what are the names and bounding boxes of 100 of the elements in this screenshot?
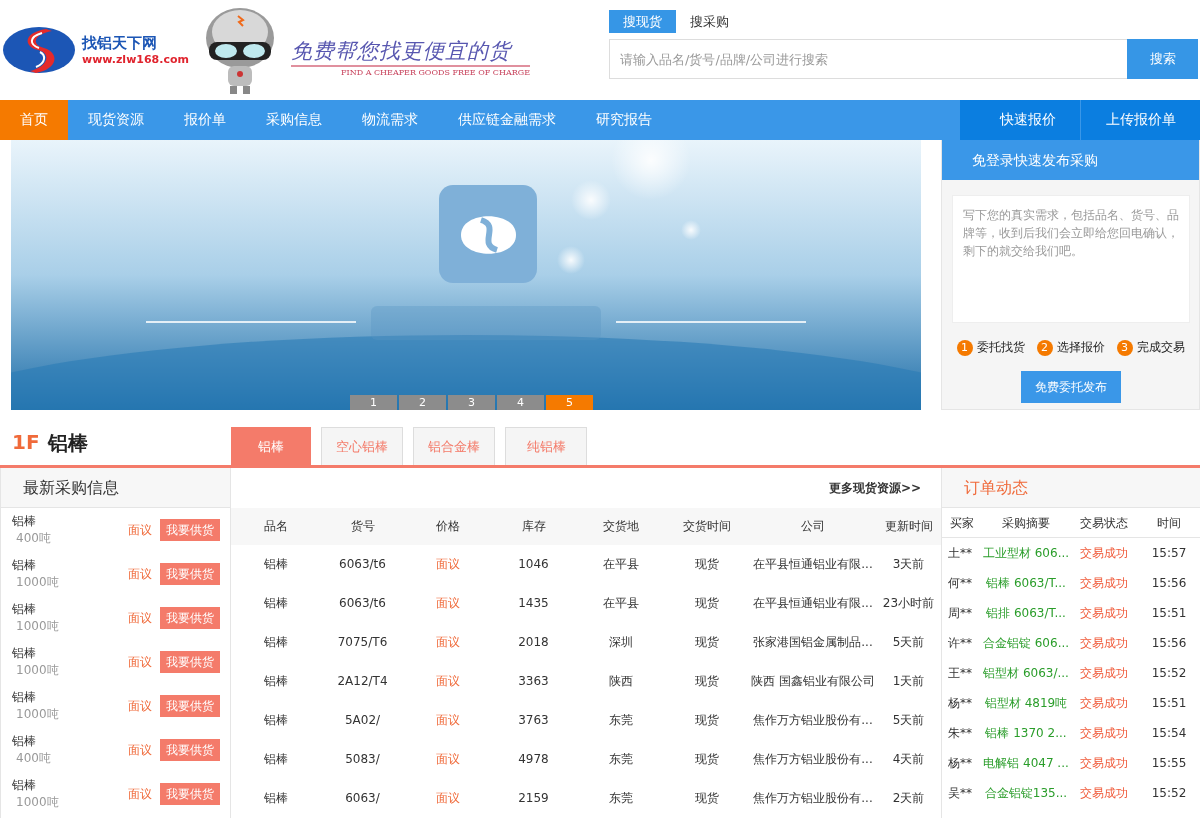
table-cell-text: 现货 [694,712,720,729]
nav-item[interactable]: 研究报告 [576,100,672,140]
table-cell-text: 5天前 [891,634,926,651]
table-cell-text: 东莞 [607,790,634,807]
quantity: 400吨 [15,530,52,547]
supply-button[interactable]: 我要供货 [160,651,220,673]
order-summary: 铝棒 1370 2... [984,725,1068,742]
order-status: 交易成功 [1079,635,1129,652]
table-cell-text: 现货 [694,634,720,651]
buyer-name: 杨** [947,755,973,772]
nav-item[interactable]: 供应链金融需求 [438,100,576,140]
table-cell-text: 现货 [694,751,720,768]
category-tab[interactable]: 铝合金棒 [413,427,495,465]
table-cell-text: 铝棒 [262,712,289,729]
more-link[interactable]: 更多现货资源>> [828,479,921,497]
table-cell-text: 陕西 国鑫铝业有限公司 [750,673,876,690]
nav-item[interactable]: 采购信息 [246,100,342,140]
nav-item[interactable]: 报价单 [164,100,246,140]
slide-page-button[interactable]: 4 [497,395,544,410]
category-tab[interactable]: 铝棒 [231,427,311,465]
table-cell-text: 5083/ [344,751,381,768]
slogan-text: 免费帮您找更便宜的货 [291,37,511,65]
column-header: 交易状态 [1070,508,1138,538]
supply-button[interactable]: 我要供货 [160,563,220,585]
price: 面议 [128,697,152,715]
product-name: 铝棒 [12,733,37,750]
order-time: 15:55 [1150,755,1188,772]
table-cell-text: 在平县 [601,556,640,573]
table-cell-text: 铝棒 [262,634,289,651]
order-summary: 铝棒 6063/T... [985,575,1067,592]
nav-item[interactable]: 现货资源 [68,100,164,140]
supply-button[interactable]: 我要供货 [160,695,220,717]
step-number: 2 [1036,339,1053,356]
nav-item[interactable]: 首页 [0,100,68,140]
search-button[interactable]: 搜索 [1127,39,1198,79]
order-time: 15:52 [1150,785,1188,802]
table-cell-text: 23小时前 [881,595,936,612]
table-cell-text: 3763 [517,712,550,729]
step-label: 选择报价 [1056,339,1105,356]
table-cell-text: 面议 [434,790,461,807]
quantity: 1000吨 [15,618,60,635]
table-cell-text: 铝棒 [262,751,289,768]
table-cell-text: 1046 [517,556,550,573]
table-cell-text: 现货 [694,673,720,690]
buyer-name: 杨** [947,695,973,712]
floor-title: 铝棒 [47,430,88,457]
table-cell-text: 东莞 [607,751,634,768]
table-cell-text: 现货 [694,556,720,573]
table-cell-text: 2159 [517,790,550,807]
order-time: 15:56 [1150,635,1188,652]
search-field[interactable]: 请输入品名/货号/品牌/公司进行搜索 [609,39,1127,79]
supply-button[interactable]: 我要供货 [160,739,220,761]
table-cell-text: 面议 [434,634,461,651]
quantity: 400吨 [15,750,52,767]
order-status: 交易成功 [1079,785,1129,802]
search-tab[interactable]: 搜采购 [676,10,743,33]
category-tab[interactable]: 空心铝棒 [321,427,403,465]
product-name: 铝棒 [12,513,37,530]
price: 面议 [128,609,152,627]
order-status: 交易成功 [1079,665,1129,682]
order-status: 交易成功 [1079,695,1129,712]
table-cell-text: 2天前 [891,790,926,807]
buyer-name: 许** [947,635,973,652]
quantity: 1000吨 [15,794,60,811]
buyer-name: 周** [947,605,973,622]
publish-button[interactable]: 免费委托发布 [1020,371,1121,403]
table-cell-text: 面议 [434,673,461,690]
order-summary: 铝型材 6063/... [982,665,1070,682]
order-time: 15:56 [1150,575,1188,592]
product-name: 铝棒 [12,777,37,794]
column-header: 交货地 [577,508,664,545]
table-cell-text: 面议 [434,595,461,612]
search-tab[interactable]: 搜现货 [609,10,676,33]
table-cell-text: 面议 [434,712,461,729]
order-time: 15:52 [1150,665,1188,682]
slide-page-button[interactable]: 3 [448,395,495,410]
slide-page-button[interactable]: 1 [350,395,397,410]
table-cell-text: 铝棒 [262,673,289,690]
supply-button[interactable]: 我要供货 [160,783,220,805]
column-header: 交货时间 [664,508,750,545]
panel-title: 最新采购信息 [1,468,230,508]
order-status: 交易成功 [1079,725,1129,742]
slide-page-button[interactable]: 2 [399,395,446,410]
supply-button[interactable]: 我要供货 [160,607,220,629]
nav-item[interactable]: 物流需求 [342,100,438,140]
column-header: 更新时间 [876,508,941,545]
quantity: 1000吨 [15,706,60,723]
product-name: 铝棒 [12,645,37,662]
request-field[interactable]: 写下您的真实需求，包括品名、货号、品牌等，收到后我们会立即给您回电确认，剩下的就交给我们吧。 [951,195,1190,323]
supply-button[interactable]: 我要供货 [160,519,220,541]
column-header: 采购摘要 [982,508,1070,538]
category-tab[interactable]: 纯铝棒 [505,427,587,465]
table-cell-text: 在平县恒通铝业有限... [752,595,874,612]
table-cell-text: 面议 [434,556,461,573]
table-cell-text: 6063/t6 [338,595,387,612]
price: 面议 [128,741,152,759]
order-time: 15:51 [1150,605,1188,622]
order-status: 交易成功 [1079,605,1129,622]
slide-page-button[interactable]: 5 [546,395,593,410]
step-number: 1 [956,339,973,356]
